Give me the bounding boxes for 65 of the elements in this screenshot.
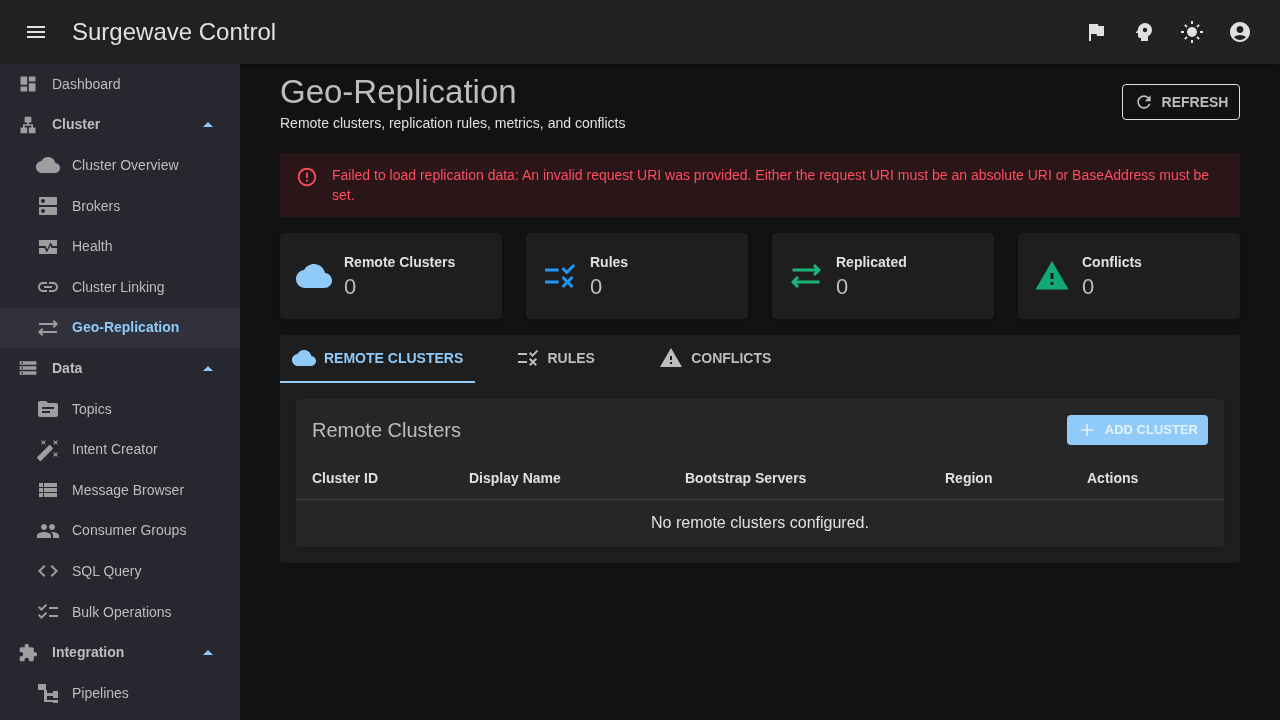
sidebar-label: Cluster Overview (72, 156, 179, 175)
sidebar-item[interactable]: Data (0, 348, 240, 389)
app-title: Surgewave Control (72, 17, 277, 47)
puzzle-icon (18, 642, 38, 663)
sun-button[interactable] (1180, 20, 1204, 44)
sidebar-label: Integration (52, 643, 125, 663)
sidebar-item[interactable]: Cluster Overview (0, 145, 240, 186)
sidebar-item[interactable]: Topics (0, 388, 240, 430)
sidebar-item[interactable]: Intent Creator (0, 429, 240, 470)
sidebar-item[interactable]: Cluster Linking (0, 266, 240, 308)
hierarchy-icon (18, 114, 38, 135)
account-icon (1228, 20, 1252, 44)
sidebar-label: Brokers (72, 196, 121, 216)
sidebar-label: Pipelines (72, 683, 129, 703)
sidebar-label: Message Browser (72, 480, 185, 500)
sidebar-label: Cluster Linking (72, 277, 165, 297)
error-icon (296, 166, 318, 188)
stat-value: 0 (590, 272, 604, 301)
page-title: Geo-Replication (280, 74, 518, 110)
pipeline-icon (36, 681, 60, 706)
sidebar-label: Geo-Replication (72, 318, 180, 338)
sidebar-label: Data (52, 358, 83, 378)
sidebar-label: Health (72, 237, 113, 257)
sidebar-item[interactable]: Consumer Groups (0, 510, 240, 552)
sidebar-item[interactable]: Health (0, 226, 240, 267)
dashboard-icon (18, 74, 38, 95)
sidebar-label: Topics (72, 399, 112, 419)
sidebar-item[interactable]: SQL Query (0, 551, 240, 592)
sidebar-item[interactable]: Integration (0, 632, 240, 673)
magic-wand-icon (36, 437, 60, 462)
column-header: Display Name (469, 459, 685, 499)
page-subtitle: Remote clusters, replication rules, metrics, and conflicts (280, 114, 626, 133)
sidebar-label: Dashboard (52, 74, 121, 94)
stat-value: 0 (836, 272, 850, 301)
column-header: Region (945, 459, 1087, 499)
error-message: Failed to load replication data: An invalid request URI was provided. Either the request URI must be an absolute URI or BaseAddress must be set. (332, 166, 1211, 205)
empty-message: No remote clusters configured. (296, 499, 1224, 547)
account-button[interactable] (1228, 20, 1252, 44)
sidebar-item[interactable]: Bulk Operations (0, 591, 240, 633)
sidebar-label: SQL Query (72, 561, 142, 581)
sidebar-item[interactable]: Pipelines (0, 672, 240, 714)
sidebar-label: Consumer Groups (72, 521, 187, 541)
sidebar-label: Intent Creator (72, 440, 158, 460)
sun-icon (1180, 20, 1204, 44)
warning-icon (659, 346, 684, 370)
tab[interactable]: CONFLICTS (635, 335, 796, 383)
sidebar-item[interactable]: Geo-Replication (0, 307, 240, 349)
column-header: Actions (1087, 459, 1224, 499)
sidebar-item[interactable]: Message Browser (0, 469, 240, 511)
sidebar-label: Cluster (52, 115, 101, 135)
stat-label: Replicated (836, 252, 907, 272)
sidebar-label: Bulk Operations (72, 602, 172, 622)
section-title: Remote Clusters (312, 418, 461, 443)
stat-value: 0 (344, 272, 358, 301)
column-header: Cluster ID (296, 459, 469, 499)
sidebar-item[interactable]: Brokers (0, 185, 240, 227)
stat-label: Remote Clusters (344, 252, 456, 272)
stat-label: Conflicts (1082, 252, 1142, 272)
tab[interactable]: RULES (475, 335, 636, 383)
sidebar-item[interactable]: Dashboard (0, 64, 240, 105)
stat-label: Rules (590, 252, 629, 272)
sidebar-item[interactable]: Cluster (0, 104, 240, 146)
refresh-button[interactable]: REFRESH (1122, 84, 1240, 120)
column-header: Bootstrap Servers (685, 459, 945, 499)
stat-value: 0 (1082, 272, 1096, 301)
